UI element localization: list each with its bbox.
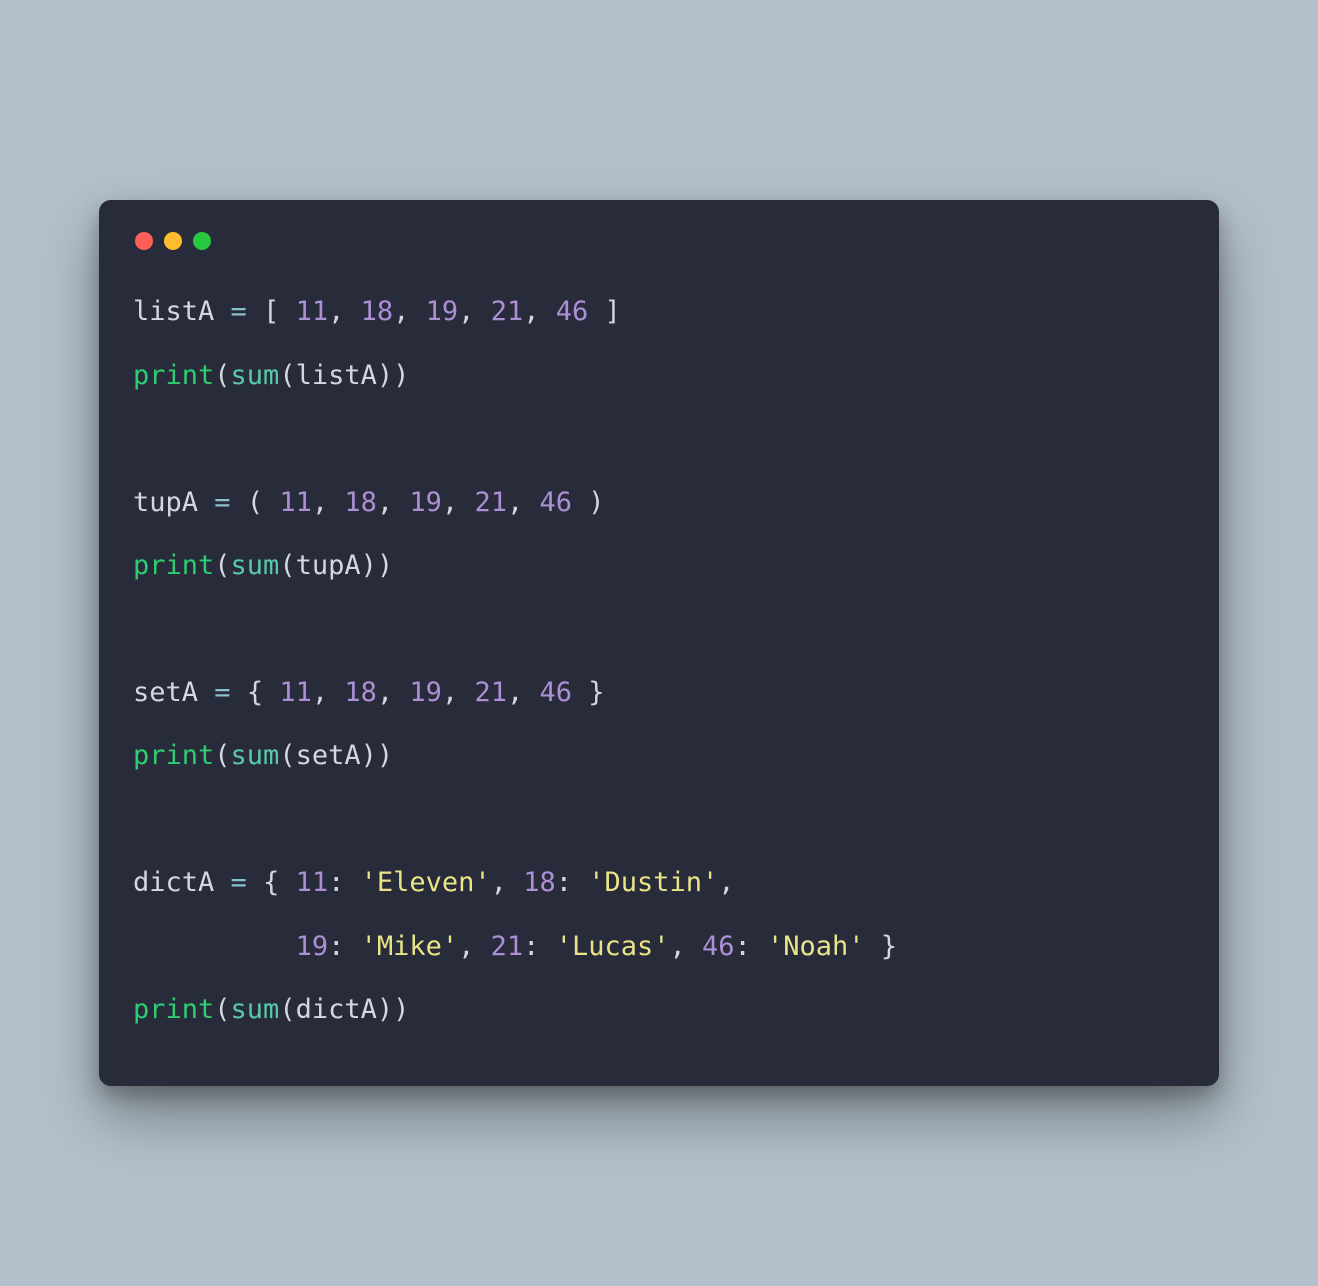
code-token-num: 21 (491, 296, 524, 327)
code-token-punc (198, 677, 214, 708)
code-token-num: 18 (344, 487, 377, 518)
code-token-punc: )) (377, 994, 410, 1025)
code-token-num: 19 (426, 296, 459, 327)
code-token-num: 21 (474, 677, 507, 708)
code-token-punc (214, 296, 230, 327)
code-token-num: 46 (702, 931, 735, 962)
code-token-bfn: sum (231, 550, 280, 581)
code-token-id: tupA (133, 487, 198, 518)
code-token-punc: : (735, 931, 768, 962)
code-token-punc: ( (214, 994, 230, 1025)
code-token-str: 'Eleven' (361, 867, 491, 898)
code-token-op: = (214, 677, 230, 708)
code-window: listA = [ 11, 18, 19, 21, 46 ] print(sum… (99, 200, 1219, 1085)
code-token-num: 46 (539, 677, 572, 708)
code-token-punc: , (377, 487, 410, 518)
code-token-num: 21 (491, 931, 524, 962)
code-token-punc: { (231, 677, 280, 708)
code-token-punc: , (669, 931, 702, 962)
code-token-num: 19 (409, 487, 442, 518)
code-token-num: 18 (523, 867, 556, 898)
code-token-str: 'Mike' (361, 931, 459, 962)
code-token-fn: print (133, 994, 214, 1025)
code-token-id: listA (133, 296, 214, 327)
code-token-punc: , (507, 677, 540, 708)
code-token-op: = (214, 487, 230, 518)
code-token-num: 11 (296, 296, 329, 327)
code-token-id: dictA (133, 867, 214, 898)
code-token-punc: , (523, 296, 556, 327)
code-token-punc: , (442, 677, 475, 708)
code-token-fn: print (133, 360, 214, 391)
code-token-punc: , (507, 487, 540, 518)
code-token-punc: )) (361, 550, 394, 581)
code-token-punc: : (328, 867, 361, 898)
code-token-punc: )) (361, 740, 394, 771)
code-token-punc: [ (247, 296, 296, 327)
code-token-bfn: sum (231, 994, 280, 1025)
code-token-num: 18 (344, 677, 377, 708)
code-token-op: = (231, 867, 247, 898)
code-token-punc (133, 931, 296, 962)
code-token-punc: : (523, 931, 556, 962)
code-token-punc: ( (231, 487, 280, 518)
code-token-punc: } (572, 677, 605, 708)
code-token-num: 46 (556, 296, 589, 327)
code-token-punc: } (865, 931, 898, 962)
code-token-punc: , (312, 487, 345, 518)
code-token-num: 11 (296, 867, 329, 898)
code-token-punc: ( (279, 550, 295, 581)
code-token-op: = (231, 296, 247, 327)
code-token-fn: print (133, 740, 214, 771)
code-snippet: listA = [ 11, 18, 19, 21, 46 ] print(sum… (133, 280, 1185, 1041)
code-token-punc: { (247, 867, 296, 898)
code-token-punc: , (377, 677, 410, 708)
code-token-punc: , (442, 487, 475, 518)
code-token-punc: ( (214, 740, 230, 771)
code-token-punc: ( (214, 360, 230, 391)
code-token-id: dictA (296, 994, 377, 1025)
code-token-num: 19 (409, 677, 442, 708)
code-token-punc: : (556, 867, 589, 898)
code-token-punc: ) (572, 487, 605, 518)
code-token-id: setA (133, 677, 198, 708)
code-token-id: tupA (296, 550, 361, 581)
code-token-punc: , (458, 931, 491, 962)
code-token-punc: ( (279, 740, 295, 771)
code-token-punc: , (393, 296, 426, 327)
code-token-str: 'Dustin' (588, 867, 718, 898)
code-token-punc: , (328, 296, 361, 327)
close-icon[interactable] (135, 232, 153, 250)
minimize-icon[interactable] (164, 232, 182, 250)
code-token-num: 46 (539, 487, 572, 518)
code-token-punc: , (491, 867, 524, 898)
code-token-punc: , (718, 867, 751, 898)
code-token-num: 19 (296, 931, 329, 962)
code-token-id: setA (296, 740, 361, 771)
code-token-punc: ( (214, 550, 230, 581)
code-token-punc: ( (279, 360, 295, 391)
code-token-str: 'Lucas' (556, 931, 670, 962)
code-token-punc (198, 487, 214, 518)
code-token-str: 'Noah' (767, 931, 865, 962)
code-token-id: listA (296, 360, 377, 391)
code-token-punc (214, 867, 230, 898)
window-titlebar (133, 228, 1185, 280)
code-token-bfn: sum (231, 740, 280, 771)
code-token-punc: )) (377, 360, 410, 391)
code-token-bfn: sum (231, 360, 280, 391)
zoom-icon[interactable] (193, 232, 211, 250)
code-token-num: 21 (474, 487, 507, 518)
code-token-num: 11 (279, 677, 312, 708)
code-token-fn: print (133, 550, 214, 581)
code-token-num: 18 (361, 296, 394, 327)
code-token-punc: ( (279, 994, 295, 1025)
code-token-num: 11 (279, 487, 312, 518)
code-token-punc: : (328, 931, 361, 962)
code-token-punc: , (458, 296, 491, 327)
code-token-punc: , (312, 677, 345, 708)
code-token-punc: ] (588, 296, 621, 327)
